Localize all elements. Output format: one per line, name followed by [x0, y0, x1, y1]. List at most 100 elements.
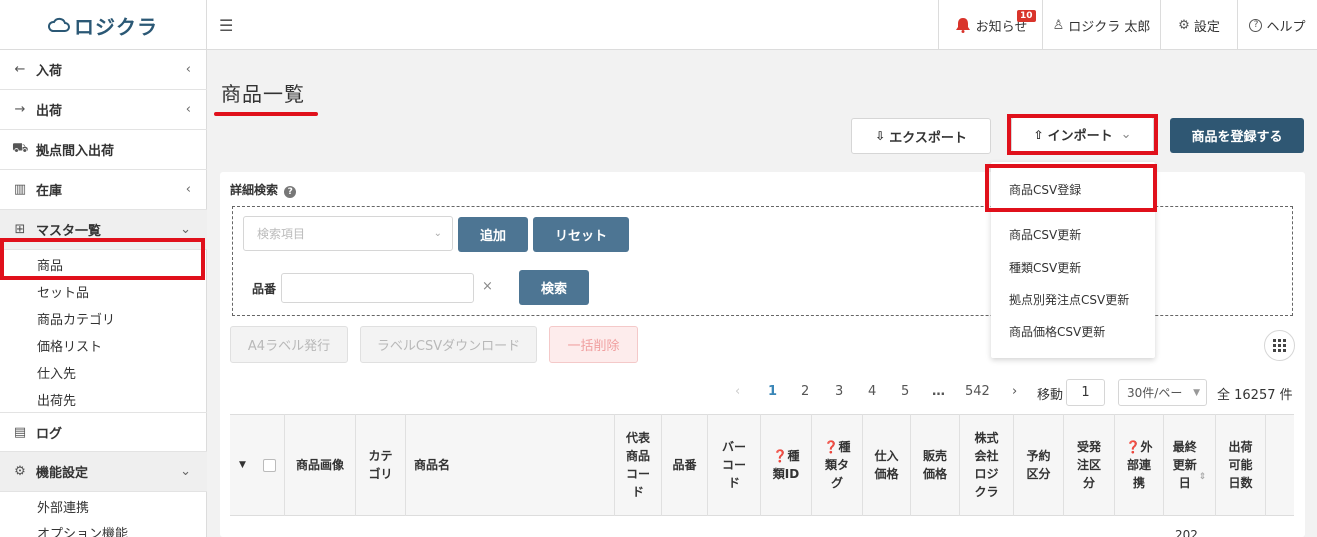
column-header[interactable]: 販売 価格	[911, 414, 960, 516]
per-page-select[interactable]: 30件/ペー ▼	[1118, 379, 1207, 406]
search-button[interactable]: 検索	[519, 270, 589, 305]
search-field-select[interactable]: 検索項目 ⌄	[243, 216, 453, 251]
add-button[interactable]: 追加	[458, 217, 528, 252]
column-header[interactable]: 商品画像	[285, 414, 356, 516]
column-settings-button[interactable]	[1264, 330, 1295, 361]
column-header[interactable]: ❓種 類ID	[761, 414, 812, 516]
per-page-value: 30件/ペー	[1127, 386, 1183, 400]
page-4[interactable]: 4	[868, 384, 876, 399]
column-header[interactable]: ❓外 部連 携	[1115, 414, 1164, 516]
total-count: 全 16257 件	[1217, 388, 1293, 403]
sort-icon: ⇕	[1198, 472, 1207, 482]
sidebar-sub-item[interactable]: 出荷先	[37, 390, 76, 409]
sidebar-item-shipping[interactable]: → 出荷 ‹	[0, 90, 207, 130]
column-header-text: 仕入 価格	[874, 449, 899, 481]
log-icon: ▤	[13, 424, 27, 440]
menu-item-product-csv-update[interactable]: 商品CSV更新	[1009, 226, 1081, 243]
a4-label-button[interactable]: A4ラベル発行	[230, 326, 348, 363]
settings-button[interactable]: ⚙ 設定	[1160, 0, 1237, 50]
sidebar-sub-item[interactable]: 外部連携	[37, 497, 89, 516]
arrow-left-icon: ←	[14, 62, 26, 77]
truck-icon: ⛟	[12, 141, 29, 156]
column-header-text: 株式 会社 ロジ クラ	[974, 431, 999, 499]
page-3[interactable]: 3	[835, 384, 843, 399]
download-icon: ⇩	[875, 129, 886, 143]
goto-page-input[interactable]: 1	[1066, 379, 1105, 406]
sidebar-sub-item[interactable]: 価格リスト	[37, 336, 102, 355]
arrow-right-icon: →	[14, 102, 26, 117]
sidebar-item-settings[interactable]: ⚙ 機能設定 ⌄	[0, 452, 207, 492]
column-header[interactable]: 最終 更新 日 ⇕	[1164, 414, 1216, 516]
page-1[interactable]: 1	[768, 384, 777, 399]
settings-label: 設定	[1193, 19, 1220, 35]
notice-button[interactable]: お知らせ 10	[938, 0, 1042, 50]
column-header[interactable]: 代表 商品 コー ド	[615, 414, 662, 516]
highlight-box-product	[0, 238, 205, 280]
title-underline	[214, 112, 318, 116]
prev-page-button[interactable]: ‹	[735, 384, 740, 399]
chevron-left-icon: ‹	[185, 182, 191, 197]
column-header[interactable]: 予約 区分	[1014, 414, 1064, 516]
reset-button[interactable]: リセット	[533, 217, 629, 252]
user-menu[interactable]: ♙ ロジクラ 太郎	[1042, 0, 1160, 50]
menu-item-reorder-csv-update[interactable]: 拠点別発注点CSV更新	[1009, 291, 1129, 308]
hamburger-menu-icon[interactable]: ☰	[219, 16, 233, 35]
sidebar-sub-item[interactable]: 仕入先	[37, 363, 76, 382]
page-542[interactable]: 542	[965, 384, 990, 399]
page-2[interactable]: 2	[801, 384, 809, 399]
question-circle-icon: ?	[1249, 18, 1263, 32]
label-csv-download-button[interactable]: ラベルCSVダウンロード	[360, 326, 537, 363]
export-button[interactable]: ⇩ エクスポート	[851, 118, 991, 154]
page-5[interactable]: 5	[901, 384, 909, 399]
column-header[interactable]: カテ ゴリ	[356, 414, 406, 516]
chevron-left-icon: ‹	[185, 102, 191, 117]
sidebar-sub-item[interactable]: オプション機能	[37, 523, 128, 537]
column-header[interactable]: 仕入 価格	[863, 414, 911, 516]
page-title: 商品一覧	[221, 82, 305, 106]
grid-dots-icon	[1273, 339, 1286, 352]
hinban-label: 品番	[252, 282, 277, 296]
sidebar-item-label: ログ	[36, 426, 63, 442]
sidebar-item-transfer[interactable]: ⛟ 拠点間入出荷	[0, 130, 207, 170]
sidebar-item-label: 在庫	[36, 184, 63, 199]
gear-icon: ⚙	[1178, 17, 1190, 33]
sort-caret-icon[interactable]: ▼	[230, 414, 255, 516]
goto-label: 移動	[1037, 388, 1064, 403]
register-product-button[interactable]: 商品を登録する	[1170, 118, 1304, 153]
sidebar-sub-item[interactable]: 商品カテゴリ	[37, 309, 115, 328]
sidebar-item-log[interactable]: ▤ ログ	[0, 412, 207, 452]
logo[interactable]: ロジクラ	[0, 0, 207, 50]
select-all-checkbox[interactable]	[255, 414, 285, 516]
column-header[interactable]: 商品名	[406, 414, 615, 516]
user-name: ロジクラ 太郎	[1068, 19, 1151, 35]
hinban-input[interactable]	[281, 273, 474, 303]
column-header[interactable]: バー コー ド	[708, 414, 761, 516]
column-header[interactable]: ❓種 類タ グ	[812, 414, 863, 516]
page-ellipsis: …	[932, 384, 945, 399]
grid-icon: ⊞	[14, 222, 26, 237]
column-header-text: 最終 更新 日	[1172, 440, 1197, 490]
column-header-text: 受発 注区 分	[1076, 440, 1101, 490]
highlight-box-import	[1007, 114, 1158, 155]
column-header[interactable]: 出荷 可能 日数	[1216, 414, 1266, 516]
column-header-text: バー コー ド	[721, 440, 746, 490]
chevron-left-icon: ‹	[185, 62, 191, 77]
help-button[interactable]: ? ヘルプ	[1237, 0, 1317, 50]
user-icon: ♙	[1052, 17, 1065, 33]
sidebar-item-stock[interactable]: ▥ 在庫 ‹	[0, 170, 207, 210]
clear-icon[interactable]: ×	[482, 279, 493, 294]
chevron-down-icon: ⌄	[433, 228, 442, 239]
column-header[interactable]: 受発 注区 分	[1064, 414, 1115, 516]
column-header[interactable]: 品番	[662, 414, 708, 516]
sidebar-item-arrival[interactable]: ← 入荷 ‹	[0, 50, 207, 90]
column-header[interactable]: 株式 会社 ロジ クラ	[960, 414, 1014, 516]
sidebar-sub-item[interactable]: セット品	[37, 282, 89, 301]
next-page-button[interactable]: ›	[1012, 384, 1017, 399]
column-header-text: 出荷 可能 日数	[1228, 440, 1253, 490]
column-header-text: 予約 区分	[1026, 449, 1051, 481]
menu-item-price-csv-update[interactable]: 商品価格CSV更新	[1009, 323, 1105, 340]
column-header-text: カテ ゴリ	[368, 449, 393, 481]
bell-icon	[955, 18, 970, 33]
menu-item-type-csv-update[interactable]: 種類CSV更新	[1009, 259, 1081, 276]
bulk-delete-button[interactable]: 一括削除	[549, 326, 638, 363]
